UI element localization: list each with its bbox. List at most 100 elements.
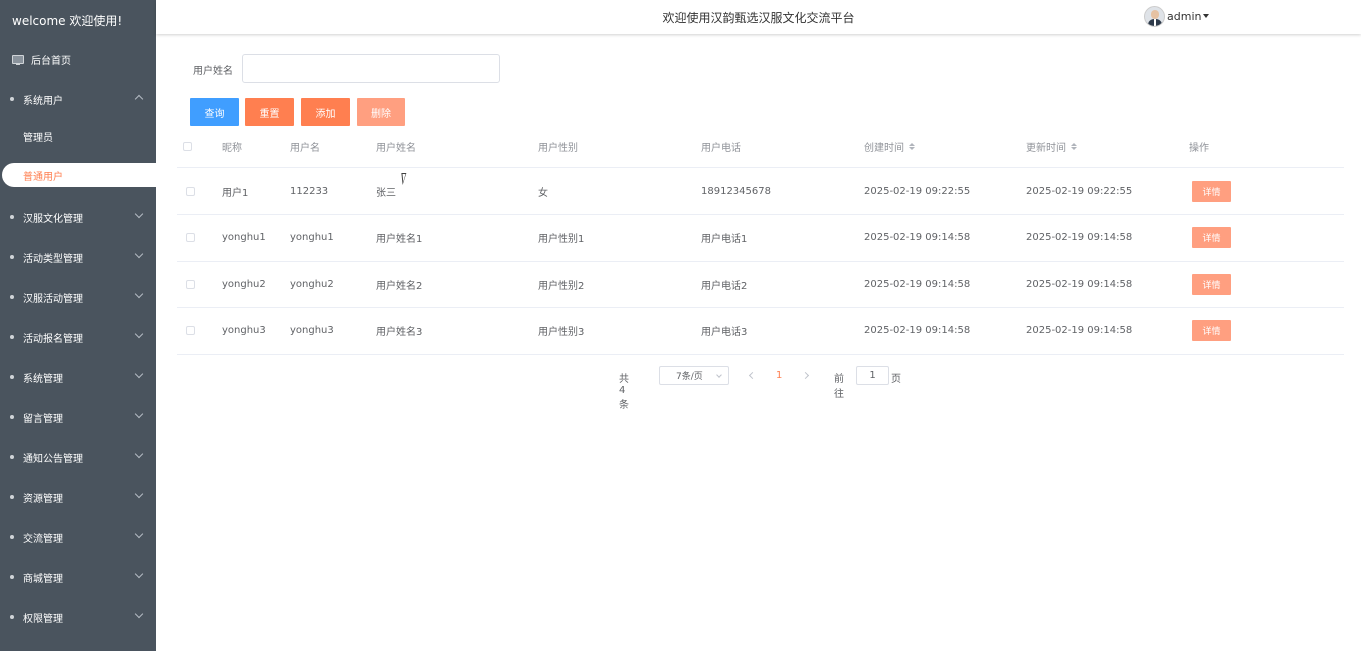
- sidebar-menu-item[interactable]: 活动报名管理: [0, 317, 156, 357]
- bullet-icon: [10, 97, 14, 101]
- bullet-icon: [10, 215, 14, 219]
- table-row: yonghu2 yonghu2 用户姓名2 用户性别2 用户电话2 2025-02-19 …: [177, 261, 1344, 308]
- goto-label: 前往: [834, 374, 844, 400]
- page-number[interactable]: 1: [776, 370, 782, 381]
- bullet-icon: [10, 295, 14, 299]
- column-header-label: 创建时间: [864, 143, 904, 154]
- table-cell: yonghu3: [222, 325, 266, 336]
- sort-icon[interactable]: [909, 143, 915, 150]
- detail-button[interactable]: 详情: [1192, 227, 1231, 248]
- add-button[interactable]: 添加: [301, 98, 350, 126]
- table-cell: yonghu2: [222, 278, 266, 290]
- sidebar-item-home[interactable]: 后台首页: [0, 39, 156, 79]
- table-cell: 2025-02-19 09:22:55: [1026, 185, 1133, 197]
- table-cell: 112233: [290, 185, 329, 197]
- sidebar-menu-item[interactable]: 资源管理: [0, 477, 156, 517]
- table-cell: 用户1: [222, 187, 249, 199]
- table-cell: yonghu2: [290, 278, 334, 290]
- top-header: 欢迎使用汉韵甄选汉服文化交流平台 admin: [156, 0, 1361, 34]
- chevron-down-icon: [134, 569, 144, 579]
- table-cell: 2025-02-19 09:14:58: [864, 325, 971, 336]
- sidebar-item-label: 资源管理: [23, 493, 63, 505]
- sidebar-item-label: 汉服活动管理: [23, 293, 83, 305]
- page-unit-label: 页: [891, 374, 901, 385]
- prev-page-icon[interactable]: [748, 371, 757, 380]
- page-size-select[interactable]: 7条/页: [659, 366, 729, 385]
- reset-button[interactable]: 重置: [245, 98, 294, 126]
- username: admin: [1167, 10, 1202, 23]
- detail-button[interactable]: 详情: [1192, 320, 1231, 341]
- chevron-down-icon: [134, 449, 144, 459]
- sidebar-item-label: 汉服文化管理: [23, 213, 83, 225]
- table-cell: 2025-02-19 09:14:58: [1026, 325, 1133, 336]
- monitor-icon: [12, 54, 24, 65]
- bullet-icon: [10, 375, 14, 379]
- column-header-created[interactable]: 创建时间: [864, 126, 915, 167]
- column-header: 用户性别: [538, 143, 578, 154]
- column-header-label: 更新时间: [1026, 143, 1066, 154]
- row-checkbox[interactable]: [186, 233, 195, 242]
- table-cell: 用户电话3: [701, 327, 748, 338]
- sidebar-menu-item[interactable]: 通知公告管理: [0, 437, 156, 477]
- user-menu[interactable]: admin: [1144, 6, 1210, 27]
- chevron-down-icon: [134, 369, 144, 379]
- table-cell: 用户姓名2: [376, 280, 423, 292]
- chevron-down-icon: [134, 489, 144, 499]
- column-header: 昵称: [222, 143, 242, 154]
- sidebar-menu-item[interactable]: 权限管理: [0, 597, 156, 637]
- delete-button[interactable]: 删除: [357, 98, 405, 126]
- row-checkbox[interactable]: [186, 186, 195, 196]
- search-input[interactable]: [242, 54, 500, 83]
- sidebar-item-label: 活动类型管理: [23, 253, 83, 265]
- row-checkbox[interactable]: [186, 279, 195, 289]
- table-cell: yonghu1: [290, 232, 334, 243]
- sidebar-subitem-users[interactable]: 普通用户: [2, 163, 156, 187]
- bullet-icon: [10, 455, 14, 459]
- table-row: yonghu3 yonghu3 用户姓名3 用户性别3 用户电话3 2025-02-19 …: [177, 308, 1344, 355]
- sidebar-menu-item[interactable]: 汉服文化管理: [0, 197, 156, 237]
- chevron-up-icon: [134, 94, 144, 104]
- table-cell: 用户电话1: [701, 234, 748, 245]
- table-header: 昵称 用户名 用户姓名 用户性别 用户电话 创建时间 更新时间 操作: [177, 126, 1344, 168]
- row-checkbox[interactable]: [186, 326, 195, 335]
- sidebar-menu-item[interactable]: 系统管理: [0, 357, 156, 397]
- chevron-down-icon: [134, 249, 144, 259]
- sidebar-item-system-users[interactable]: 系统用户: [0, 79, 156, 119]
- goto-page-input[interactable]: [856, 366, 889, 385]
- select-all-checkbox[interactable]: [183, 142, 192, 151]
- sidebar-menu-item[interactable]: 商城管理: [0, 557, 156, 597]
- table-cell: 用户姓名3: [376, 327, 423, 338]
- chevron-down-icon: [134, 329, 144, 339]
- sidebar-brand: welcome 欢迎使用!: [12, 14, 123, 28]
- detail-button[interactable]: 详情: [1192, 180, 1231, 202]
- chevron-down-icon: [716, 372, 722, 378]
- chevron-down-icon: [134, 609, 144, 619]
- bullet-icon: [10, 495, 14, 499]
- sidebar-item-label: 通知公告管理: [23, 453, 83, 465]
- detail-button[interactable]: 详情: [1192, 273, 1231, 295]
- avatar: [1144, 6, 1165, 27]
- sidebar-menu-item[interactable]: 汉服活动管理: [0, 277, 156, 317]
- bullet-icon: [10, 255, 14, 259]
- page-size-value: 7条/页: [676, 372, 703, 382]
- table-cell: 2025-02-19 09:14:58: [864, 278, 971, 290]
- chevron-down-icon: [134, 529, 144, 539]
- table-cell: 用户性别2: [538, 280, 585, 292]
- table-cell: 张三: [376, 187, 396, 199]
- sidebar-item-label: 系统用户: [23, 95, 63, 107]
- sidebar-menu-item[interactable]: 留言管理: [0, 397, 156, 437]
- column-header: 用户姓名: [376, 143, 416, 154]
- sidebar-menu-item[interactable]: 交流管理: [0, 517, 156, 557]
- sidebar-item-label: 权限管理: [23, 613, 63, 625]
- sidebar-subitem-admins[interactable]: 管理员: [0, 124, 156, 148]
- query-button[interactable]: 查询: [190, 98, 239, 126]
- table-cell: 用户性别1: [538, 234, 585, 245]
- table-cell: 18912345678: [701, 185, 771, 197]
- column-header: 操作: [1189, 143, 1209, 154]
- table-cell: 用户姓名1: [376, 234, 423, 245]
- sidebar-menu-item[interactable]: 活动类型管理: [0, 237, 156, 277]
- next-page-icon[interactable]: [801, 371, 810, 380]
- column-header-updated[interactable]: 更新时间: [1026, 126, 1077, 167]
- table-cell: yonghu3: [290, 325, 334, 336]
- sort-icon[interactable]: [1071, 143, 1077, 150]
